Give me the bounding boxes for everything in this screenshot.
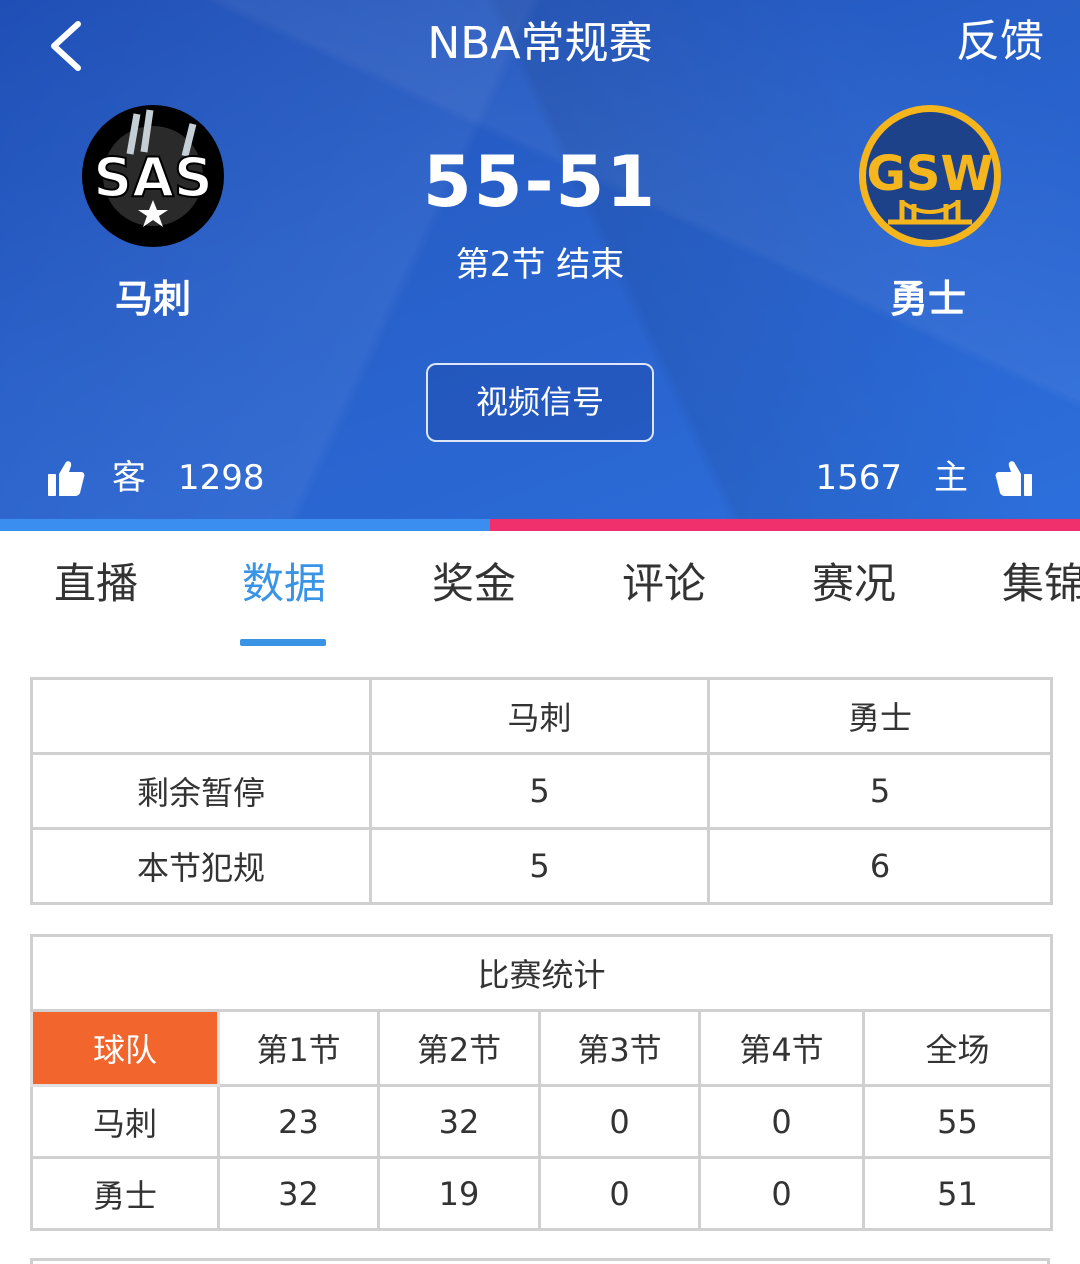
table-cell: 6 bbox=[707, 827, 1053, 905]
row-label: 本节犯规 bbox=[30, 827, 372, 905]
table-header-cell: 球队 bbox=[30, 1009, 220, 1087]
tab-live[interactable]: 直播 bbox=[54, 557, 138, 611]
away-like-count: 1298 bbox=[178, 458, 265, 498]
table-header-cell: 第2节 bbox=[377, 1009, 541, 1087]
table-cell: 5 bbox=[369, 752, 710, 830]
table-cell: 51 bbox=[861, 1156, 1054, 1231]
table-row: 本节犯规 5 6 bbox=[30, 827, 1053, 905]
video-signal-button[interactable]: 视频信号 bbox=[426, 363, 654, 442]
game-stats-table: 比赛统计 球队 第1节 第2节 第3节 第4节 全场 马刺 23 32 0 0 … bbox=[29, 934, 1054, 1231]
table-cell: 0 bbox=[538, 1156, 701, 1231]
table-header-cell: 全场 bbox=[861, 1009, 1054, 1087]
table-header-row: 马刺 勇士 bbox=[30, 677, 1053, 755]
table-row: 马刺 23 32 0 0 55 bbox=[30, 1084, 1054, 1159]
table-cell: 5 bbox=[369, 827, 710, 905]
score: 55-51 bbox=[423, 141, 657, 223]
table-cell: 0 bbox=[698, 1084, 865, 1159]
row-label: 马刺 bbox=[30, 1084, 220, 1159]
table-cell: 0 bbox=[698, 1156, 865, 1231]
away-like-group[interactable]: 客 1298 bbox=[46, 452, 265, 504]
feedback-button[interactable]: 反馈 bbox=[956, 14, 1044, 70]
table-row: 勇士 32 19 0 0 51 bbox=[30, 1156, 1054, 1231]
home-like-label: 主 bbox=[934, 458, 968, 498]
active-tab-indicator bbox=[240, 639, 326, 646]
table-cell: 32 bbox=[217, 1156, 380, 1231]
game-status: 第2节 结束 bbox=[455, 245, 625, 285]
table-header-cell: 第1节 bbox=[217, 1009, 380, 1087]
match-header: NBA常规赛 反馈 SAS 马刺 GSW 勇士 55-51 第2节 结束 视频信… bbox=[0, 0, 1080, 520]
table-cell: 32 bbox=[377, 1084, 541, 1159]
away-like-label: 客 bbox=[112, 458, 146, 498]
table-cell: 23 bbox=[217, 1084, 380, 1159]
tab-comments[interactable]: 评论 bbox=[622, 557, 706, 611]
table-row: 剩余暂停 5 5 bbox=[30, 752, 1053, 830]
tab-bar: 直播 数据 奖金 评论 赛况 集锦 bbox=[0, 531, 1080, 649]
tab-game-status[interactable]: 赛况 bbox=[812, 557, 896, 611]
table-cell: 55 bbox=[861, 1084, 1054, 1159]
table-cell: 19 bbox=[377, 1156, 541, 1231]
support-ratio-bar bbox=[0, 519, 1080, 531]
home-support-fill bbox=[489, 519, 1080, 531]
table-header-row: 球队 第1节 第2节 第3节 第4节 全场 bbox=[30, 1009, 1054, 1087]
table-header-cell: 勇士 bbox=[707, 677, 1053, 755]
table-header-cell: 第4节 bbox=[698, 1009, 865, 1087]
home-like-count: 1567 bbox=[815, 458, 902, 498]
away-support-fill bbox=[0, 519, 490, 531]
thumbs-up-icon bbox=[995, 461, 1032, 496]
next-table-edge bbox=[30, 1258, 1050, 1264]
tab-data[interactable]: 数据 bbox=[242, 557, 326, 611]
timeout-foul-table: 马刺 勇士 剩余暂停 5 5 本节犯规 5 6 bbox=[30, 677, 1053, 905]
table-caption-row: 比赛统计 bbox=[29, 934, 1054, 1012]
tab-prize[interactable]: 奖金 bbox=[432, 557, 516, 611]
row-label: 勇士 bbox=[30, 1156, 220, 1231]
table-caption: 比赛统计 bbox=[29, 934, 1054, 1012]
table-header-cell: 第3节 bbox=[538, 1009, 701, 1087]
thumbs-up-icon bbox=[48, 461, 85, 496]
page-title: NBA常规赛 bbox=[427, 18, 653, 69]
table-cell bbox=[30, 677, 372, 755]
row-label: 剩余暂停 bbox=[30, 752, 372, 830]
home-like-group[interactable]: 1567 主 bbox=[815, 452, 1034, 504]
tab-highlights[interactable]: 集锦 bbox=[1002, 557, 1080, 611]
table-header-cell: 马刺 bbox=[369, 677, 710, 755]
table-cell: 5 bbox=[707, 752, 1053, 830]
table-cell: 0 bbox=[538, 1084, 701, 1159]
